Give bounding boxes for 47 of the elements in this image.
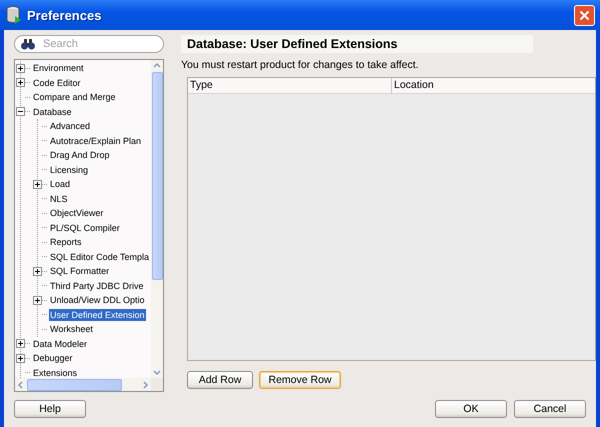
tree-item[interactable]: SQL Editor Code Templa	[49, 250, 150, 263]
ok-button[interactable]: OK	[435, 400, 507, 418]
close-button[interactable]	[574, 4, 595, 26]
expand-icon[interactable]	[16, 354, 25, 363]
restart-message: You must restart product for changes to take affect.	[181, 59, 420, 71]
tree-item[interactable]: Advanced	[49, 120, 92, 132]
add-row-button[interactable]: Add Row	[187, 371, 253, 389]
help-button[interactable]: Help	[14, 400, 86, 418]
tree-item[interactable]: SQL Formatter	[49, 265, 110, 278]
expand-icon[interactable]	[16, 64, 25, 73]
expand-icon[interactable]	[33, 266, 42, 276]
window-title: Preferences	[27, 8, 102, 22]
tree-item[interactable]: Database	[32, 106, 73, 118]
tree-item[interactable]: Debugger	[32, 352, 74, 364]
expand-icon[interactable]	[33, 296, 42, 305]
tree-item[interactable]: Compare and Merge	[32, 91, 117, 104]
database-icon	[6, 6, 22, 24]
collapse-icon[interactable]	[16, 107, 25, 116]
search-field[interactable]: Search	[14, 35, 164, 53]
tree-item[interactable]: Autotrace/Explain Plan	[49, 134, 142, 147]
close-icon	[579, 10, 590, 20]
tree-item[interactable]: NLS	[49, 192, 69, 205]
tree-item[interactable]: Unload/View DDL Optio	[49, 294, 146, 306]
tree-item[interactable]: Code Editor	[32, 76, 82, 89]
tree-item[interactable]: Licensing	[49, 164, 90, 176]
tree-item[interactable]: Reports	[49, 236, 83, 248]
column-header[interactable]: Type	[188, 78, 392, 93]
tree-item[interactable]: Extensions	[32, 366, 78, 378]
column-header[interactable]: Location	[392, 78, 595, 93]
expand-icon[interactable]	[33, 180, 42, 189]
expand-icon[interactable]	[16, 78, 25, 88]
expand-icon[interactable]	[16, 339, 25, 348]
remove-row-button[interactable]: Remove Row	[259, 371, 341, 389]
tree-item[interactable]: Environment	[32, 62, 85, 74]
tree-item[interactable]: Third Party JDBC Drive	[49, 280, 145, 292]
tree-item[interactable]: PL/SQL Compiler	[49, 222, 121, 234]
scrollbar-corner	[151, 378, 163, 391]
tree-item[interactable]: Worksheet	[49, 323, 94, 336]
tree-item[interactable]: Load	[49, 178, 72, 190]
binoculars-icon	[21, 38, 35, 50]
search-input[interactable]: Search	[43, 38, 157, 50]
panel-title: Database: User Defined Extensions	[181, 35, 533, 53]
tree-item[interactable]: ObjectViewer	[49, 207, 104, 220]
tree-item[interactable]: Data Modeler	[32, 338, 88, 350]
cancel-button[interactable]: Cancel	[514, 400, 586, 418]
tree-item[interactable]: Drag And Drop	[49, 149, 111, 162]
tree-item[interactable]: User Defined Extension	[49, 308, 146, 321]
